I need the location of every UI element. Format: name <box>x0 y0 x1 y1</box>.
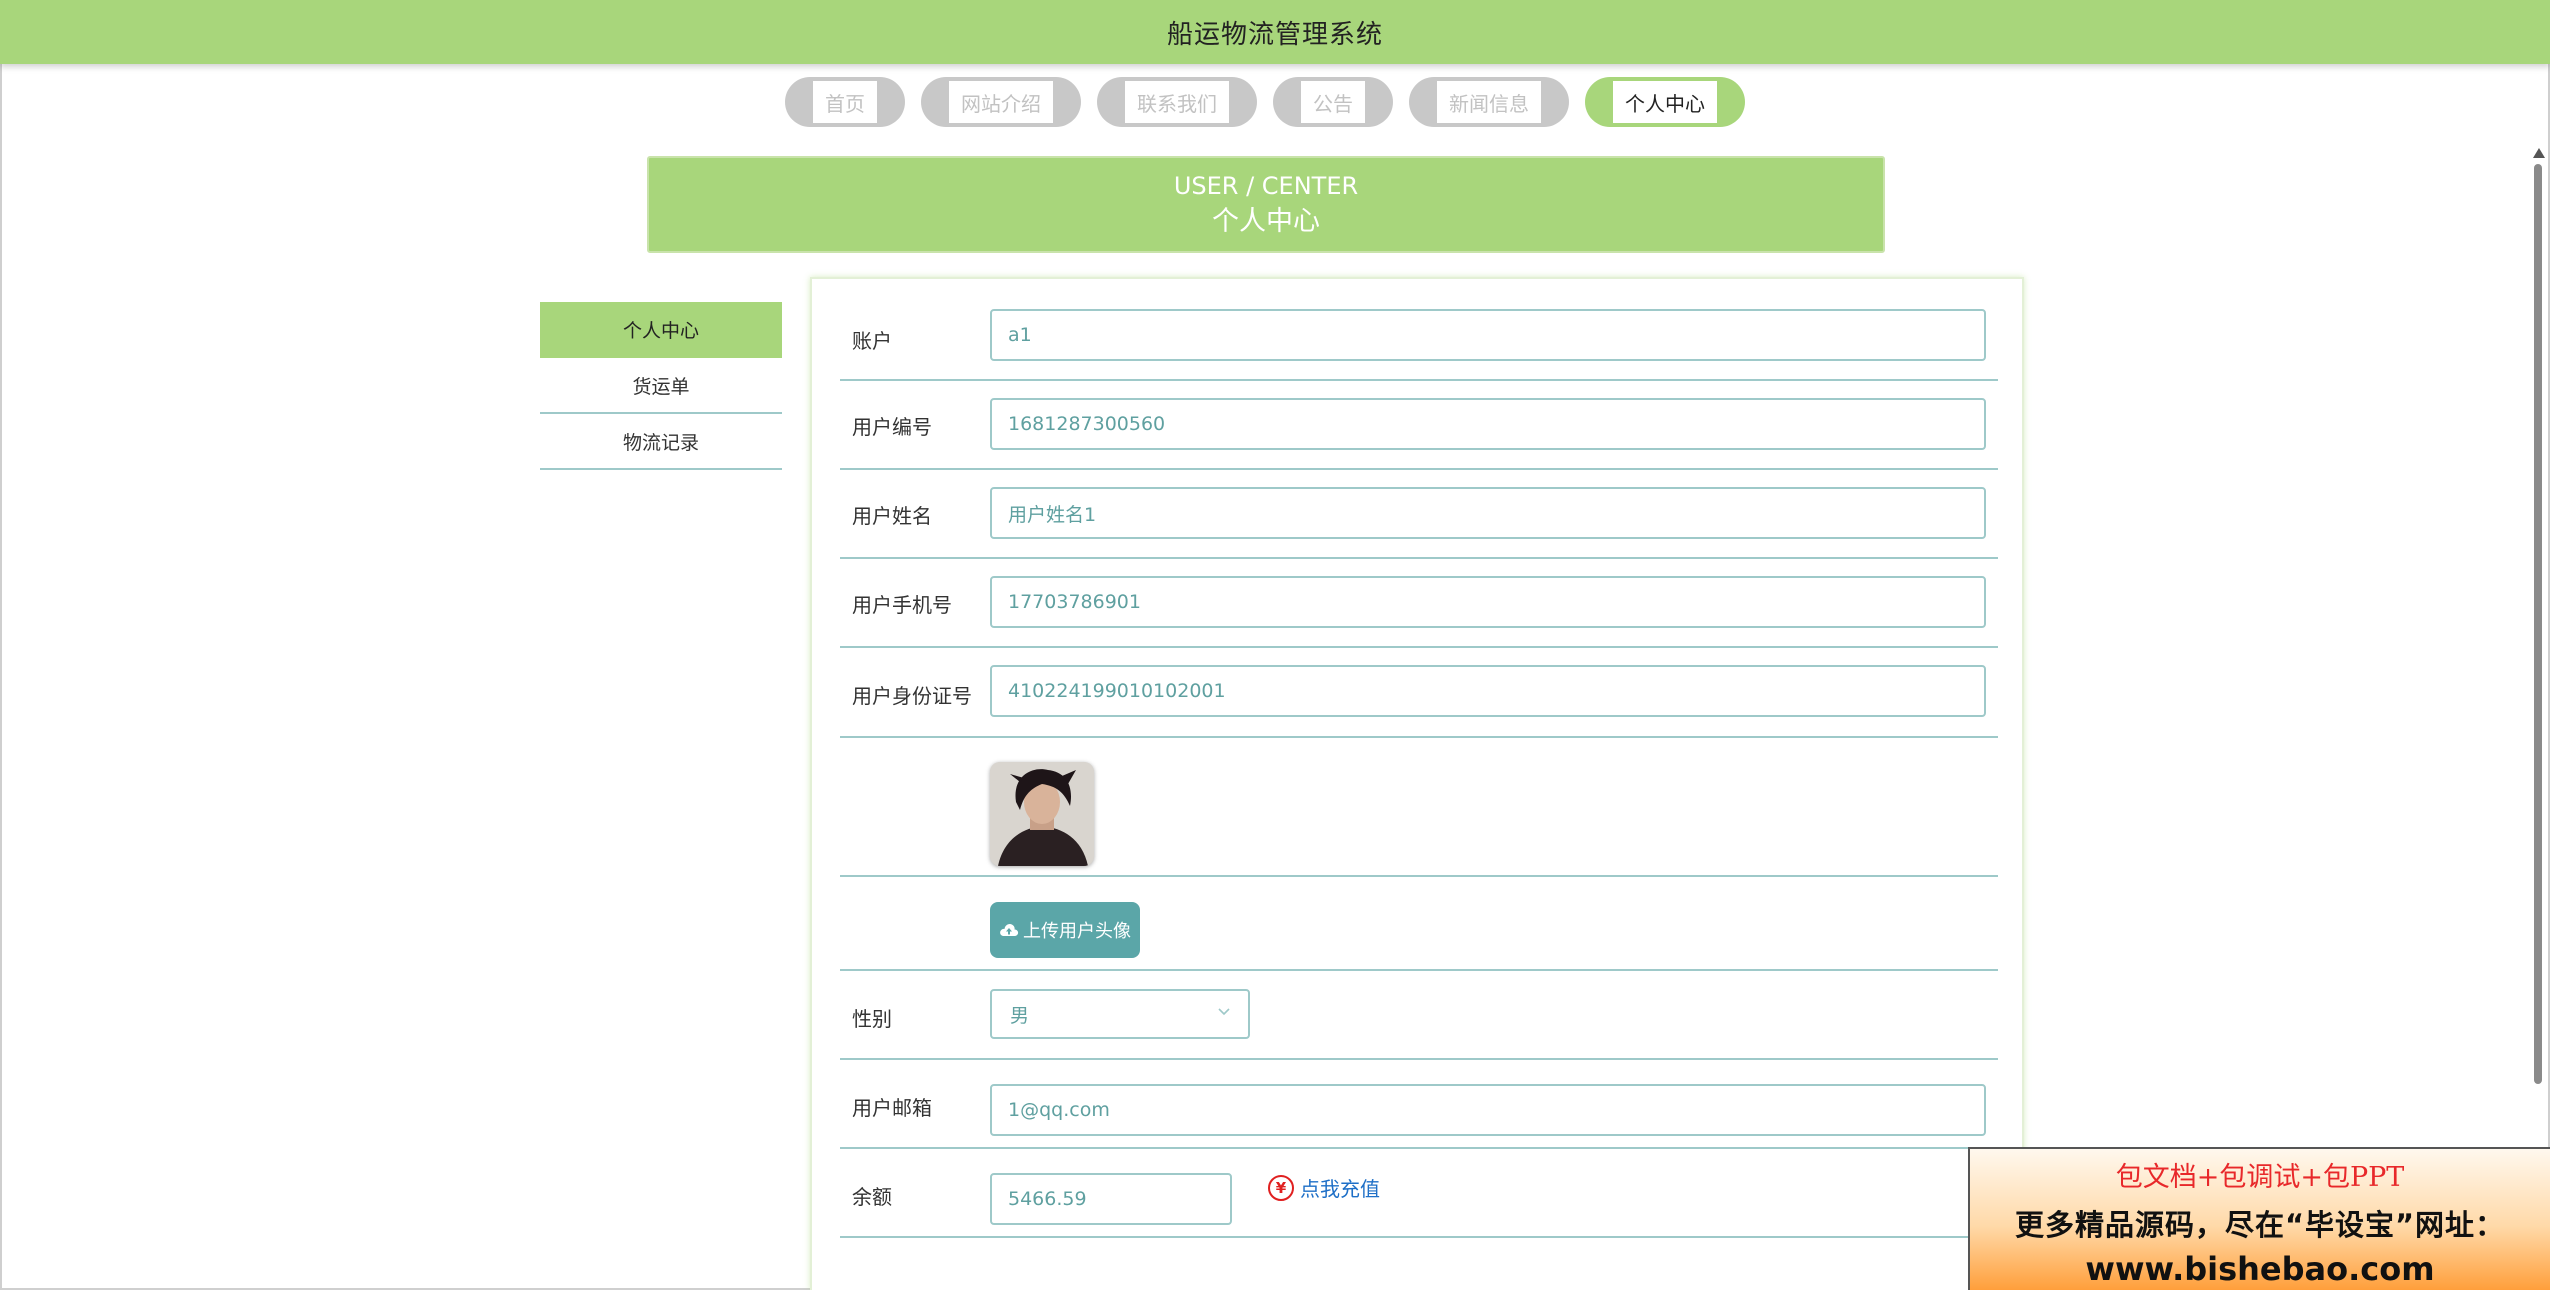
recharge-label: 点我充值 <box>1300 1177 1380 1201</box>
site-title: 船运物流管理系统 <box>1166 19 1383 50</box>
account-input[interactable]: a1 <box>990 309 1986 361</box>
sidebar-item-user-center[interactable]: 个人中心 <box>540 302 782 358</box>
form-row-id-card: 用户身份证号 410224199010102001 <box>840 648 1998 738</box>
sidebar: 个人中心 货运单 物流记录 <box>540 302 782 470</box>
ad-line-1: 包文档+包调试+包PPT <box>2115 1162 2405 1193</box>
nav-item-user-center[interactable]: 个人中心 <box>1585 77 1745 127</box>
phone-label: 用户手机号 <box>852 593 952 617</box>
form-row-account: 账户 a1 <box>840 309 1998 381</box>
scrollbar-thumb[interactable] <box>2534 164 2542 1084</box>
chevron-down-icon <box>1218 1008 1230 1016</box>
upload-avatar-button[interactable]: 上传用户头像 <box>990 902 1140 958</box>
nav-item-about[interactable]: 网站介绍 <box>921 77 1081 127</box>
nav-item-label: 个人中心 <box>1613 81 1717 123</box>
page-scrollbar[interactable] <box>2530 140 2546 1270</box>
nav-item-label: 公告 <box>1301 81 1365 123</box>
ad-line-2: 更多精品源码，尽在“毕设宝”网址： <box>2014 1208 2506 1242</box>
nav-item-label: 新闻信息 <box>1437 81 1541 123</box>
avatar-image <box>990 762 1094 866</box>
nav-item-notice[interactable]: 公告 <box>1273 77 1393 127</box>
form-row-upload: 上传用户头像 <box>840 877 1998 971</box>
user-avatar <box>990 762 1094 866</box>
gender-selected-value: 男 <box>1010 1004 1030 1027</box>
banner-title-en: USER / CENTER <box>1173 171 1359 200</box>
nav-item-home[interactable]: 首页 <box>785 77 905 127</box>
form-row-gender: 性别 男 <box>840 971 1998 1060</box>
upload-avatar-label: 上传用户头像 <box>1023 921 1131 942</box>
ad-banner[interactable]: 包文档+包调试+包PPT 更多精品源码，尽在“毕设宝”网址： www.bishe… <box>1968 1147 2550 1290</box>
id-card-input[interactable]: 410224199010102001 <box>990 665 1986 717</box>
top-nav: 首页 网站介绍 联系我们 公告 新闻信息 个人中心 <box>0 77 2530 127</box>
gender-select[interactable]: 男 <box>990 989 1250 1039</box>
yen-icon: ¥ <box>1268 1174 1294 1201</box>
user-no-label: 用户编号 <box>852 415 932 439</box>
form-row-user-no: 用户编号 1681287300560 <box>840 381 1998 470</box>
balance-input: 5466.59 <box>990 1173 1232 1225</box>
account-label: 账户 <box>852 329 892 353</box>
user-no-input[interactable]: 1681287300560 <box>990 398 1986 450</box>
nav-item-label: 首页 <box>813 81 877 123</box>
form-row-avatar <box>840 738 1998 877</box>
sidebar-item-shipping-orders[interactable]: 货运单 <box>540 358 782 414</box>
ad-line-3: www.bishebao.com <box>2085 1250 2435 1288</box>
user-name-input[interactable]: 用户姓名1 <box>990 487 1986 539</box>
nav-item-news[interactable]: 新闻信息 <box>1409 77 1569 127</box>
banner-title-cn: 个人中心 <box>1212 205 1320 237</box>
recharge-link[interactable]: ¥ 点我充值 <box>1268 1173 1380 1202</box>
gender-label: 性别 <box>852 1007 892 1031</box>
balance-label: 余额 <box>852 1185 892 1209</box>
email-input[interactable]: 1@qq.com <box>990 1084 1986 1136</box>
form-row-email: 用户邮箱 1@qq.com <box>840 1060 1998 1149</box>
profile-form-panel: 账户 a1 用户编号 1681287300560 用户姓名 用户姓名1 用户手机… <box>810 277 2024 1290</box>
user-name-label: 用户姓名 <box>852 504 932 528</box>
form-row-user-name: 用户姓名 用户姓名1 <box>840 470 1998 559</box>
sidebar-item-logistics-records[interactable]: 物流记录 <box>540 414 782 470</box>
cloud-upload-icon <box>1000 924 1019 936</box>
form-row-balance: 余额 5466.59 ¥ 点我充值 <box>840 1149 1998 1238</box>
phone-input[interactable]: 17703786901 <box>990 576 1986 628</box>
scroll-up-arrow-icon[interactable] <box>2533 148 2545 158</box>
nav-item-label: 网站介绍 <box>949 81 1053 123</box>
id-card-label: 用户身份证号 <box>852 684 972 708</box>
page-banner: USER / CENTER 个人中心 <box>647 156 1885 253</box>
site-header: 船运物流管理系统 <box>0 0 2550 64</box>
email-label: 用户邮箱 <box>852 1096 932 1120</box>
nav-item-label: 联系我们 <box>1125 81 1229 123</box>
form-row-phone: 用户手机号 17703786901 <box>840 559 1998 648</box>
nav-item-contact[interactable]: 联系我们 <box>1097 77 1257 127</box>
